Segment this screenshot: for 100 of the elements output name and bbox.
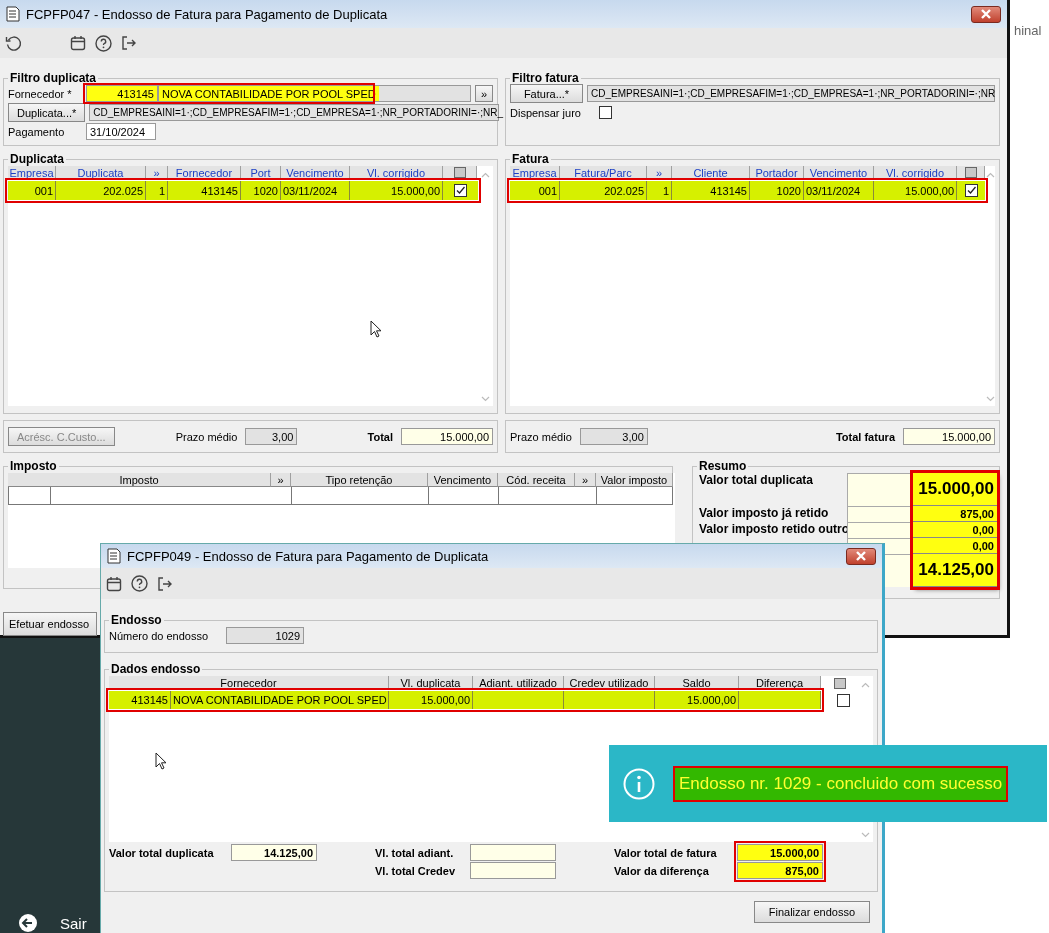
- group-title: Fatura: [511, 152, 550, 166]
- background-text: hinal: [1014, 23, 1042, 38]
- table-cell: 15.000,00: [655, 691, 739, 709]
- close-icon: [855, 551, 867, 561]
- field-label: Total: [367, 430, 393, 443]
- filter-field[interactable]: CD_EMPRESAINI=1·;CD_EMPRESAFIM=1·;CD_EMPRESA=1·;NR_PORTADORINI=·;NR: [587, 85, 995, 102]
- table-cell: 1: [647, 181, 672, 200]
- help-icon[interactable]: [95, 34, 112, 52]
- table-cell: 03/11/2024: [804, 181, 874, 200]
- column-header[interactable]: »: [575, 473, 596, 487]
- table-cell: 413145: [168, 181, 241, 200]
- window-title: FCPFP049 - Endosso de Fatura para Pagamento de Duplicata: [127, 548, 490, 564]
- table-cell: 001: [510, 181, 560, 200]
- table-cell: 1020: [750, 181, 804, 200]
- finalizar-button[interactable]: Finalizar endosso: [753, 901, 870, 923]
- total-field: 15.000,00: [903, 428, 995, 445]
- field-label: Dispensar juro: [510, 106, 582, 119]
- date-field[interactable]: 31/10/2024: [86, 123, 156, 140]
- empty-field: [847, 473, 913, 506]
- field-label: Vl. total adiant.: [375, 846, 455, 859]
- table-row[interactable]: 001 202.025 1 413145 1020 03/11/2024 15.000,00: [8, 181, 478, 200]
- header-checkbox-icon: [453, 167, 466, 178]
- table-cell: 15.000,00: [389, 691, 473, 709]
- summary-label: Valor total duplicata: [699, 473, 814, 487]
- exit-label[interactable]: Sair: [60, 914, 87, 932]
- total-field[interactable]: [470, 844, 556, 861]
- field-label: Pagamento: [8, 125, 66, 138]
- column-header[interactable]: Vencimento: [428, 473, 498, 487]
- table-cell: 202.025: [560, 181, 647, 200]
- close-button[interactable]: [846, 547, 876, 565]
- info-icon: [623, 767, 655, 800]
- close-button[interactable]: [971, 5, 1001, 23]
- total-field: 14.125,00: [231, 844, 317, 861]
- field-label: Fornecedor *: [8, 87, 73, 100]
- code-field[interactable]: 413145: [86, 85, 158, 102]
- column-header[interactable]: Cód. receita: [498, 473, 575, 487]
- fatura-button[interactable]: Fatura...*: [510, 84, 583, 103]
- total-field: 15.000,00: [737, 844, 823, 861]
- group-title: Endosso: [110, 613, 163, 627]
- column-header[interactable]: Imposto: [8, 473, 271, 487]
- field-label: Valor total duplicata: [109, 846, 215, 859]
- column-header[interactable]: Valor imposto: [596, 473, 673, 487]
- document-icon: [107, 548, 121, 564]
- group-title: Filtro fatura: [511, 71, 580, 85]
- field-label: Valor total de fatura: [614, 846, 718, 859]
- exit-icon[interactable]: [121, 35, 137, 51]
- total-field: 875,00: [737, 862, 823, 879]
- calendar-icon[interactable]: [106, 575, 122, 592]
- header-checkbox-icon: [834, 677, 846, 689]
- table-cell: 15.000,00: [350, 181, 443, 200]
- table-cell: NOVA CONTABILIDADE POR POOL SPED: [171, 691, 389, 709]
- duplicata-button[interactable]: Duplicata...*: [8, 103, 86, 122]
- checkbox[interactable]: [599, 106, 612, 119]
- checkbox[interactable]: [964, 184, 978, 197]
- summary-label: Valor imposto já retido: [699, 506, 829, 520]
- header-checkbox-icon: [964, 167, 977, 178]
- field-label: Prazo médio: [175, 430, 238, 443]
- document-icon: [6, 6, 20, 22]
- checkbox[interactable]: [453, 184, 467, 197]
- total-field: 15.000,00: [401, 428, 493, 445]
- number-field: 1029: [226, 627, 305, 644]
- close-icon: [980, 9, 992, 19]
- table-cell: 1: [146, 181, 168, 200]
- table-row[interactable]: 413145 NOVA CONTABILIDADE POR POOL SPED 15.000,00 15.000,00: [109, 691, 821, 709]
- table-cell: 1020: [241, 181, 281, 200]
- group-title: Dados endosso: [110, 662, 202, 676]
- total-field[interactable]: [470, 862, 556, 879]
- calendar-icon[interactable]: [70, 35, 86, 51]
- more-button[interactable]: »: [475, 85, 494, 102]
- summary-value: 14.125,00: [913, 554, 997, 587]
- table-cell: 413145: [109, 691, 171, 709]
- summary-value: 15.000,00: [913, 473, 997, 506]
- empty-field: [847, 506, 913, 522]
- table-cell: 001: [8, 181, 56, 200]
- column-header[interactable]: »: [271, 473, 291, 487]
- field-label: Número do endosso: [109, 629, 209, 642]
- summary-value: 0,00: [913, 538, 997, 554]
- field-label: Valor da diferença: [614, 864, 710, 877]
- refresh-icon[interactable]: [5, 34, 22, 52]
- field-label: Total fatura: [835, 430, 895, 443]
- column-header[interactable]: Tipo retenção: [291, 473, 428, 487]
- group-title: Imposto: [9, 459, 58, 473]
- group-title: Resumo: [698, 459, 748, 473]
- table-cell: 15.000,00: [874, 181, 957, 200]
- group-title: Filtro duplicata: [9, 71, 97, 85]
- summary-value: 0,00: [913, 522, 997, 538]
- prazo-field: 3,00: [245, 428, 298, 445]
- back-icon[interactable]: [18, 913, 38, 933]
- window-title: FCPFP047 - Endosso de Fatura para Pagamento de Duplicata: [26, 6, 389, 22]
- table-row[interactable]: 001 202.025 1 413145 1020 03/11/2024 15.000,00: [510, 181, 985, 200]
- checkbox[interactable]: [837, 693, 850, 707]
- efetuar-button[interactable]: Efetuar endosso: [3, 612, 97, 636]
- toast-message: Endosso nr. 1029 - concluido com sucesso: [673, 765, 1009, 802]
- summary-value: 875,00: [913, 506, 997, 522]
- table-cell: 413145: [672, 181, 750, 200]
- field-label: Prazo médio: [510, 430, 572, 443]
- table-cell: 202.025: [56, 181, 146, 200]
- exit-icon[interactable]: [157, 575, 173, 592]
- help-icon[interactable]: [131, 575, 148, 592]
- prazo-field: 3,00: [579, 428, 648, 445]
